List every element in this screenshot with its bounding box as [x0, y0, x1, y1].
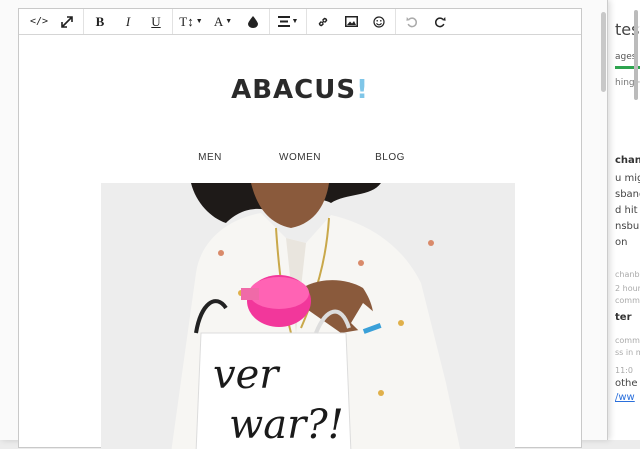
background-other-line: othe	[615, 378, 638, 389]
smiley-icon	[373, 15, 385, 28]
background-link[interactable]: /ww	[615, 392, 635, 403]
background-username: chanb	[615, 155, 640, 166]
code-view-button[interactable]: </>	[25, 11, 53, 33]
background-grey-line: ss in m	[615, 348, 640, 357]
insert-emoji-button[interactable]	[365, 11, 393, 33]
editor-window: </> B I U T↕ ▼ A ▼ ▼ ABACUS! MEN WOMEN B…	[0, 0, 608, 449]
background-color-button[interactable]	[239, 11, 267, 33]
toolbar-group-paragraph: ▼	[270, 9, 307, 34]
underline-icon: U	[151, 13, 161, 29]
droplet-icon	[248, 15, 258, 28]
link-icon	[318, 17, 328, 26]
toolbar-group-format: B I U	[84, 9, 173, 34]
italic-icon: I	[125, 13, 131, 29]
background-text-line: nsbu	[615, 221, 640, 232]
font-color-dropdown[interactable]: A ▼	[207, 11, 239, 33]
expand-icon	[61, 15, 73, 28]
redo-button[interactable]	[426, 11, 454, 33]
background-grey-user: chanb	[615, 270, 640, 279]
background-grey-line: comment	[615, 296, 640, 305]
chevron-down-icon: ▼	[225, 18, 233, 25]
toolbar-group-insert	[307, 9, 396, 34]
background-scrollbar[interactable]	[634, 10, 638, 100]
align-center-icon	[277, 16, 290, 27]
chevron-down-icon: ▼	[291, 18, 299, 25]
undo-icon	[406, 16, 418, 27]
svg-text:war?!: war?!	[229, 402, 344, 448]
svg-text:ver: ver	[213, 352, 281, 398]
background-grey-line: comma	[615, 336, 640, 345]
align-dropdown[interactable]: ▼	[272, 11, 304, 33]
bold-icon: B	[95, 13, 105, 29]
toolbar-group-view: </>	[23, 9, 84, 34]
editor-toolbar: </> B I U T↕ ▼ A ▼ ▼	[19, 9, 581, 35]
background-grey-line: 2 hours	[615, 284, 640, 293]
nav-link-men[interactable]: MEN	[165, 152, 255, 163]
bold-button[interactable]: B	[86, 11, 114, 33]
toolbar-group-history	[396, 9, 456, 34]
chevron-down-icon: ▼	[195, 18, 203, 25]
editor-content[interactable]: ABACUS! MEN WOMEN BLOG ver war?!	[19, 35, 581, 449]
nav-link-blog[interactable]: BLOG	[345, 152, 435, 163]
rich-text-editor: </> B I U T↕ ▼ A ▼ ▼ ABACUS! MEN WOMEN B…	[18, 8, 582, 449]
toolbar-group-style: T↕ ▼ A ▼	[173, 9, 270, 34]
background-time: 11:0	[615, 366, 633, 375]
font-size-dropdown[interactable]: T↕ ▼	[175, 11, 207, 33]
background-text-line: d hit u	[615, 205, 640, 216]
font-size-icon: T↕	[179, 13, 194, 29]
code-icon: </>	[29, 16, 49, 27]
site-logo: ABACUS!	[19, 75, 581, 105]
image-icon	[344, 16, 358, 27]
underline-button[interactable]: U	[142, 11, 170, 33]
window-scrollbar[interactable]	[601, 12, 606, 92]
background-text-line: sband	[615, 189, 640, 200]
insert-link-button[interactable]	[309, 11, 337, 33]
nav-link-women[interactable]: WOMEN	[255, 152, 345, 163]
font-color-icon: A	[213, 13, 224, 29]
logo-text: ABACUS	[231, 75, 357, 105]
background-text-line: on	[615, 237, 628, 248]
hero-image: ver war?!	[101, 183, 515, 449]
italic-button[interactable]: I	[114, 11, 142, 33]
site-nav: MEN WOMEN BLOG	[19, 152, 581, 163]
background-bold-line: ter	[615, 312, 632, 323]
redo-icon	[434, 16, 446, 27]
background-text-line: u mig	[615, 173, 640, 184]
fullscreen-button[interactable]	[53, 11, 81, 33]
insert-image-button[interactable]	[337, 11, 365, 33]
logo-mark: !	[356, 75, 369, 105]
hero-photo-illustration: ver war?!	[101, 183, 515, 449]
undo-button[interactable]	[398, 11, 426, 33]
